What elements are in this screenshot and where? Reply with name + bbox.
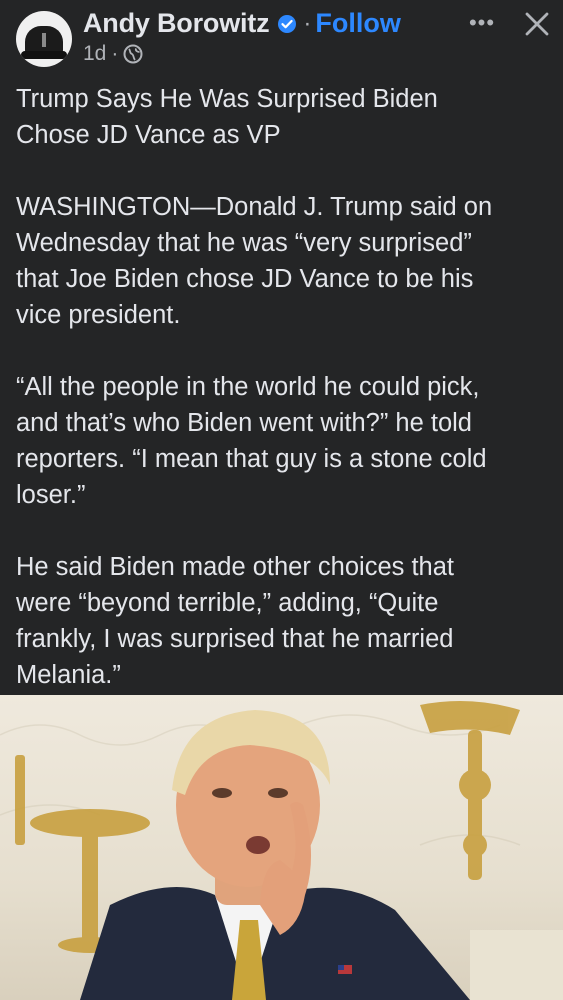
separator-dot: · bbox=[303, 9, 312, 37]
post-body: Trump Says He Was Surprised Biden Chose … bbox=[16, 81, 556, 693]
more-options-icon[interactable]: ••• bbox=[462, 6, 502, 40]
paragraph-line: loser.” bbox=[16, 481, 86, 509]
paragraph-line: WASHINGTON—Donald J. Trump said on bbox=[16, 193, 493, 221]
post-photo[interactable] bbox=[0, 695, 563, 1000]
headline-line: Trump Says He Was Surprised Biden bbox=[16, 85, 438, 113]
avatar[interactable] bbox=[16, 11, 72, 67]
meta-separator: · bbox=[111, 42, 119, 65]
paragraph-line: and that’s who Biden went with?” he told bbox=[16, 409, 472, 437]
paragraph-line: He said Biden made other choices that bbox=[16, 553, 455, 581]
post-timestamp[interactable]: 1d bbox=[83, 42, 106, 66]
avatar-hat-brim bbox=[21, 51, 67, 59]
paragraph-line: frankly, I was surprised that he married bbox=[16, 625, 454, 653]
paragraph-line: were “beyond terrible,” adding, “Quite bbox=[16, 589, 439, 617]
paragraph-line: reporters. “I mean that guy is a stone c… bbox=[16, 445, 487, 473]
verified-badge-icon bbox=[277, 14, 297, 34]
close-icon[interactable] bbox=[519, 6, 555, 42]
paragraph-line: that Joe Biden chose JD Vance to be his bbox=[16, 265, 474, 293]
post-meta: 1d · bbox=[83, 42, 143, 66]
post-header: Andy Borowitz · Follow 1d · ••• bbox=[0, 0, 563, 80]
headline-line: Chose JD Vance as VP bbox=[16, 121, 281, 149]
paragraph-line: “All the people in the world he could pi… bbox=[16, 373, 480, 401]
globe-icon bbox=[123, 44, 143, 64]
photo-illustration bbox=[0, 701, 563, 1000]
follow-button[interactable]: Follow bbox=[315, 8, 400, 39]
paragraph-line: Melania.” bbox=[16, 661, 121, 689]
name-row: Andy Borowitz · Follow bbox=[83, 8, 401, 39]
paragraph-line: vice president. bbox=[16, 301, 181, 329]
avatar-hat-emblem bbox=[42, 33, 46, 47]
author-name[interactable]: Andy Borowitz bbox=[83, 8, 270, 39]
paragraph-line: Wednesday that he was “very surprised” bbox=[16, 229, 472, 257]
